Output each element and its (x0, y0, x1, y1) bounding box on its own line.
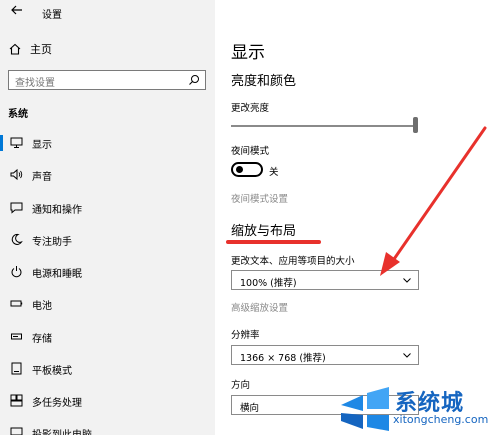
sidebar-item-label: 显示 (32, 140, 52, 151)
sidebar-item-battery[interactable]: 电池 (0, 289, 215, 319)
selection-indicator (0, 135, 3, 151)
orientation-value: 横向 (240, 403, 260, 414)
search-placeholder: 查找设置 (15, 78, 55, 89)
sidebar-item-label: 通知和操作 (32, 205, 82, 216)
night-light-label: 夜间模式 (231, 146, 270, 157)
home-icon (9, 43, 21, 55)
monitor-icon (10, 137, 23, 148)
battery-icon (10, 300, 23, 307)
storage-icon (11, 333, 22, 340)
scale-dropdown[interactable]: 100% (推荐) (231, 270, 419, 290)
sidebar-item-label: 电源和睡眠 (32, 269, 82, 280)
watermark-logo-icon (341, 387, 389, 431)
arrow-left-icon (11, 5, 22, 15)
resolution-dropdown[interactable]: 1366 × 768 (推荐) (231, 345, 419, 365)
sidebar-item-label: 投影到此电脑 (32, 426, 92, 435)
main-content: 显示 亮度和颜色 更改亮度 夜间模式 关 夜间模式设置 缩放与布局 更改文本、应… (215, 0, 500, 435)
brightness-slider-thumb[interactable] (413, 117, 418, 133)
page-title: 显示 (231, 43, 265, 63)
selection-indicator (0, 167, 3, 183)
resolution-label: 分辨率 (231, 330, 260, 341)
selection-indicator (0, 425, 3, 435)
home-label: 主页 (30, 43, 52, 56)
home-nav-item[interactable]: 主页 (8, 40, 52, 58)
sidebar-item-focus-assist[interactable]: 专注助手 (0, 225, 215, 255)
multitask-icon (10, 394, 23, 407)
moon-icon (11, 233, 23, 245)
back-button[interactable] (8, 3, 26, 21)
scale-section-title: 缩放与布局 (231, 224, 297, 239)
sidebar-item-multitasking[interactable]: 多任务处理 (0, 386, 215, 416)
orientation-label: 方向 (231, 380, 251, 391)
sidebar: 设置 主页 查找设置 系统 显示 声音 通知和操作 专注助手 电源和睡眠 电池 (0, 0, 215, 435)
night-light-toggle[interactable] (231, 162, 263, 177)
speaker-icon (10, 168, 23, 181)
sidebar-item-sound[interactable]: 声音 (0, 160, 215, 190)
sidebar-item-power-sleep[interactable]: 电源和睡眠 (0, 257, 215, 287)
selection-indicator (0, 232, 3, 248)
night-light-settings-link[interactable]: 夜间模式设置 (231, 191, 288, 205)
chevron-down-icon (403, 353, 411, 358)
advanced-scaling-link[interactable]: 高级缩放设置 (231, 300, 288, 314)
annotation-underline (226, 240, 321, 244)
search-input[interactable]: 查找设置 (8, 70, 206, 90)
scale-label: 更改文本、应用等项目的大小 (231, 256, 355, 267)
brightness-slider-track[interactable] (231, 125, 417, 127)
watermark: 系统城 xitongcheng.com (335, 383, 500, 435)
toggle-knob (236, 166, 243, 173)
brightness-section-title: 亮度和颜色 (231, 74, 297, 89)
night-light-state: 关 (269, 167, 279, 178)
sidebar-item-notifications[interactable]: 通知和操作 (0, 193, 215, 223)
search-icon (189, 75, 199, 85)
power-icon (11, 266, 22, 278)
selection-indicator (0, 264, 3, 280)
scale-value: 100% (推荐) (240, 278, 297, 289)
resolution-value: 1366 × 768 (推荐) (240, 353, 326, 364)
tablet-icon (11, 362, 22, 375)
sidebar-item-project-to-pc[interactable]: 投影到此电脑 (0, 418, 215, 435)
selection-indicator (0, 361, 3, 377)
project-icon (10, 427, 23, 435)
brightness-label: 更改亮度 (231, 103, 270, 114)
selection-indicator (0, 393, 3, 409)
sidebar-item-tablet-mode[interactable]: 平板模式 (0, 354, 215, 384)
sidebar-item-label: 平板模式 (32, 366, 72, 377)
selection-indicator (0, 329, 3, 345)
notification-icon (10, 202, 23, 214)
sidebar-item-label: 专注助手 (32, 237, 72, 248)
sidebar-item-storage[interactable]: 存储 (0, 322, 215, 352)
sidebar-item-display[interactable]: 显示 (0, 128, 215, 158)
sidebar-item-label: 多任务处理 (32, 398, 82, 409)
section-label: 系统 (8, 109, 28, 120)
sidebar-item-label: 电池 (32, 301, 52, 312)
watermark-url: xitongcheng.com (393, 413, 489, 426)
selection-indicator (0, 200, 3, 216)
selection-indicator (0, 296, 3, 312)
sidebar-item-label: 存储 (32, 334, 52, 345)
sidebar-item-label: 声音 (32, 172, 52, 183)
title-bar: 设置 (0, 0, 215, 24)
app-title: 设置 (42, 10, 62, 21)
chevron-down-icon (403, 278, 411, 283)
